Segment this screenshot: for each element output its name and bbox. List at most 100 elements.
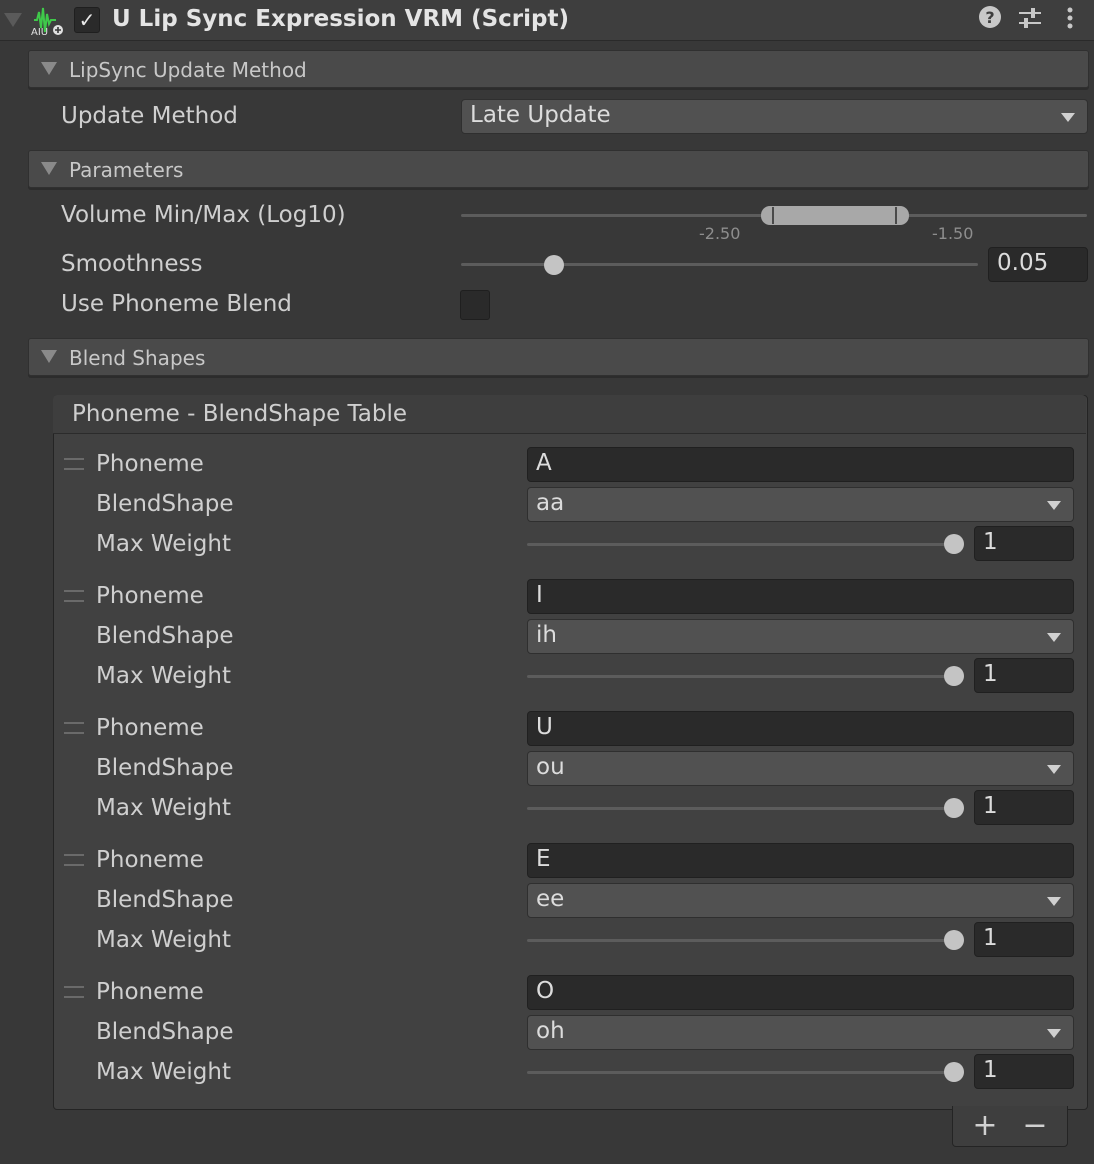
max-weight-label: Max Weight	[96, 531, 231, 557]
section-parameters[interactable]: Parameters	[28, 150, 1089, 188]
blendshape-label: BlendShape	[96, 623, 234, 649]
max-weight-slider-track[interactable]	[527, 807, 964, 810]
blendshape-label: BlendShape	[96, 491, 234, 517]
presets-icon[interactable]	[1016, 6, 1044, 36]
foldout-icon	[41, 62, 57, 75]
field-value: I	[536, 582, 543, 608]
blendshape-dropdown[interactable]: ee	[527, 883, 1074, 918]
section-label: Parameters	[69, 158, 184, 182]
max-weight-label: Max Weight	[96, 927, 231, 953]
phoneme-table-header: Phoneme - BlendShape Table	[53, 395, 1086, 434]
volume-minmax-label: Volume Min/Max (Log10)	[61, 202, 346, 228]
chevron-down-icon	[1047, 897, 1061, 906]
section-lipsync-update-method[interactable]: LipSync Update Method	[28, 50, 1089, 88]
ulipsync-script-icon: AIU	[30, 6, 66, 38]
dropdown-value: ou	[536, 754, 565, 780]
max-weight-field[interactable]: 1	[974, 790, 1074, 825]
phoneme-field[interactable]: A	[527, 447, 1074, 482]
field-value: 0.05	[997, 250, 1049, 276]
max-weight-field[interactable]: 1	[974, 922, 1074, 957]
help-icon[interactable]: ?	[976, 5, 1004, 35]
dropdown-value: ee	[536, 886, 565, 912]
field-value: A	[536, 450, 552, 476]
phoneme-field[interactable]: E	[527, 843, 1074, 878]
max-weight-slider-track[interactable]	[527, 675, 964, 678]
svg-text:?: ?	[985, 8, 994, 27]
max-weight-label: Max Weight	[96, 795, 231, 821]
smoothness-field[interactable]: 0.05	[988, 247, 1088, 282]
field-value: 1	[983, 661, 998, 687]
more-options-icon[interactable]	[1056, 6, 1084, 36]
field-value: E	[536, 846, 551, 872]
field-value: 1	[983, 793, 998, 819]
volume-min-handle[interactable]	[772, 207, 774, 224]
section-blend-shapes[interactable]: Blend Shapes	[28, 338, 1089, 376]
phoneme-label: Phoneme	[96, 979, 204, 1005]
volume-tick-right: -1.50	[932, 224, 974, 243]
max-weight-slider-thumb[interactable]	[944, 798, 964, 818]
use-phoneme-blend-checkbox[interactable]	[460, 290, 490, 320]
list-footer: + −	[952, 1106, 1068, 1147]
phoneme-field[interactable]: I	[527, 579, 1074, 614]
field-value: 1	[983, 529, 998, 555]
blendshape-dropdown[interactable]: ou	[527, 751, 1074, 786]
max-weight-field[interactable]: 1	[974, 526, 1074, 561]
section-label: LipSync Update Method	[69, 58, 307, 82]
component-title: U Lip Sync Expression VRM (Script)	[112, 6, 569, 32]
dropdown-value: oh	[536, 1018, 565, 1044]
smoothness-slider-track[interactable]	[461, 263, 978, 266]
max-weight-slider-thumb[interactable]	[944, 534, 964, 554]
section-label: Blend Shapes	[69, 346, 206, 370]
field-value: U	[536, 714, 553, 740]
volume-max-handle[interactable]	[895, 207, 897, 224]
drag-handle-icon[interactable]	[64, 722, 84, 734]
max-weight-slider-thumb[interactable]	[944, 666, 964, 686]
max-weight-slider-track[interactable]	[527, 543, 964, 546]
chevron-down-icon	[1047, 765, 1061, 774]
phoneme-field[interactable]: U	[527, 711, 1074, 746]
use-phoneme-blend-label: Use Phoneme Blend	[61, 291, 292, 317]
field-value: 1	[983, 925, 998, 951]
blendshape-dropdown[interactable]: oh	[527, 1015, 1074, 1050]
remove-element-button[interactable]: −	[1015, 1108, 1055, 1143]
phoneme-label: Phoneme	[96, 847, 204, 873]
phoneme-table-title: Phoneme - BlendShape Table	[72, 401, 408, 427]
max-weight-label: Max Weight	[96, 1059, 231, 1085]
volume-minmax-range-handle[interactable]	[761, 206, 909, 225]
max-weight-slider-track[interactable]	[527, 939, 964, 942]
smoothness-label: Smoothness	[61, 251, 203, 277]
svg-text:AIU: AIU	[31, 27, 48, 36]
update-method-dropdown[interactable]: Late Update	[461, 99, 1088, 134]
field-value: 1	[983, 1057, 998, 1083]
chevron-down-icon	[1047, 1029, 1061, 1038]
field-value: O	[536, 978, 555, 1004]
blendshape-dropdown[interactable]: ih	[527, 619, 1074, 654]
max-weight-slider-thumb[interactable]	[944, 1062, 964, 1082]
component-enabled-checkbox[interactable]: ✓	[74, 7, 100, 33]
blendshape-dropdown[interactable]: aa	[527, 487, 1074, 522]
phoneme-label: Phoneme	[96, 451, 204, 477]
max-weight-slider-track[interactable]	[527, 1071, 964, 1074]
dropdown-value: Late Update	[470, 102, 611, 128]
max-weight-field[interactable]: 1	[974, 658, 1074, 693]
phoneme-label: Phoneme	[96, 583, 204, 609]
add-element-button[interactable]: +	[965, 1108, 1005, 1143]
max-weight-field[interactable]: 1	[974, 1054, 1074, 1089]
update-method-label: Update Method	[61, 103, 238, 129]
phoneme-field[interactable]: O	[527, 975, 1074, 1010]
blendshape-label: BlendShape	[96, 755, 234, 781]
drag-handle-icon[interactable]	[64, 590, 84, 602]
drag-handle-icon[interactable]	[64, 458, 84, 470]
max-weight-slider-thumb[interactable]	[944, 930, 964, 950]
volume-tick-left: -2.50	[699, 224, 741, 243]
smoothness-slider-thumb[interactable]	[544, 255, 564, 275]
blendshape-label: BlendShape	[96, 887, 234, 913]
blendshape-label: BlendShape	[96, 1019, 234, 1045]
phoneme-label: Phoneme	[96, 715, 204, 741]
component-foldout-icon[interactable]	[4, 13, 22, 27]
drag-handle-icon[interactable]	[64, 854, 84, 866]
foldout-icon	[41, 350, 57, 363]
drag-handle-icon[interactable]	[64, 986, 84, 998]
dropdown-value: ih	[536, 622, 557, 648]
chevron-down-icon	[1061, 113, 1075, 122]
